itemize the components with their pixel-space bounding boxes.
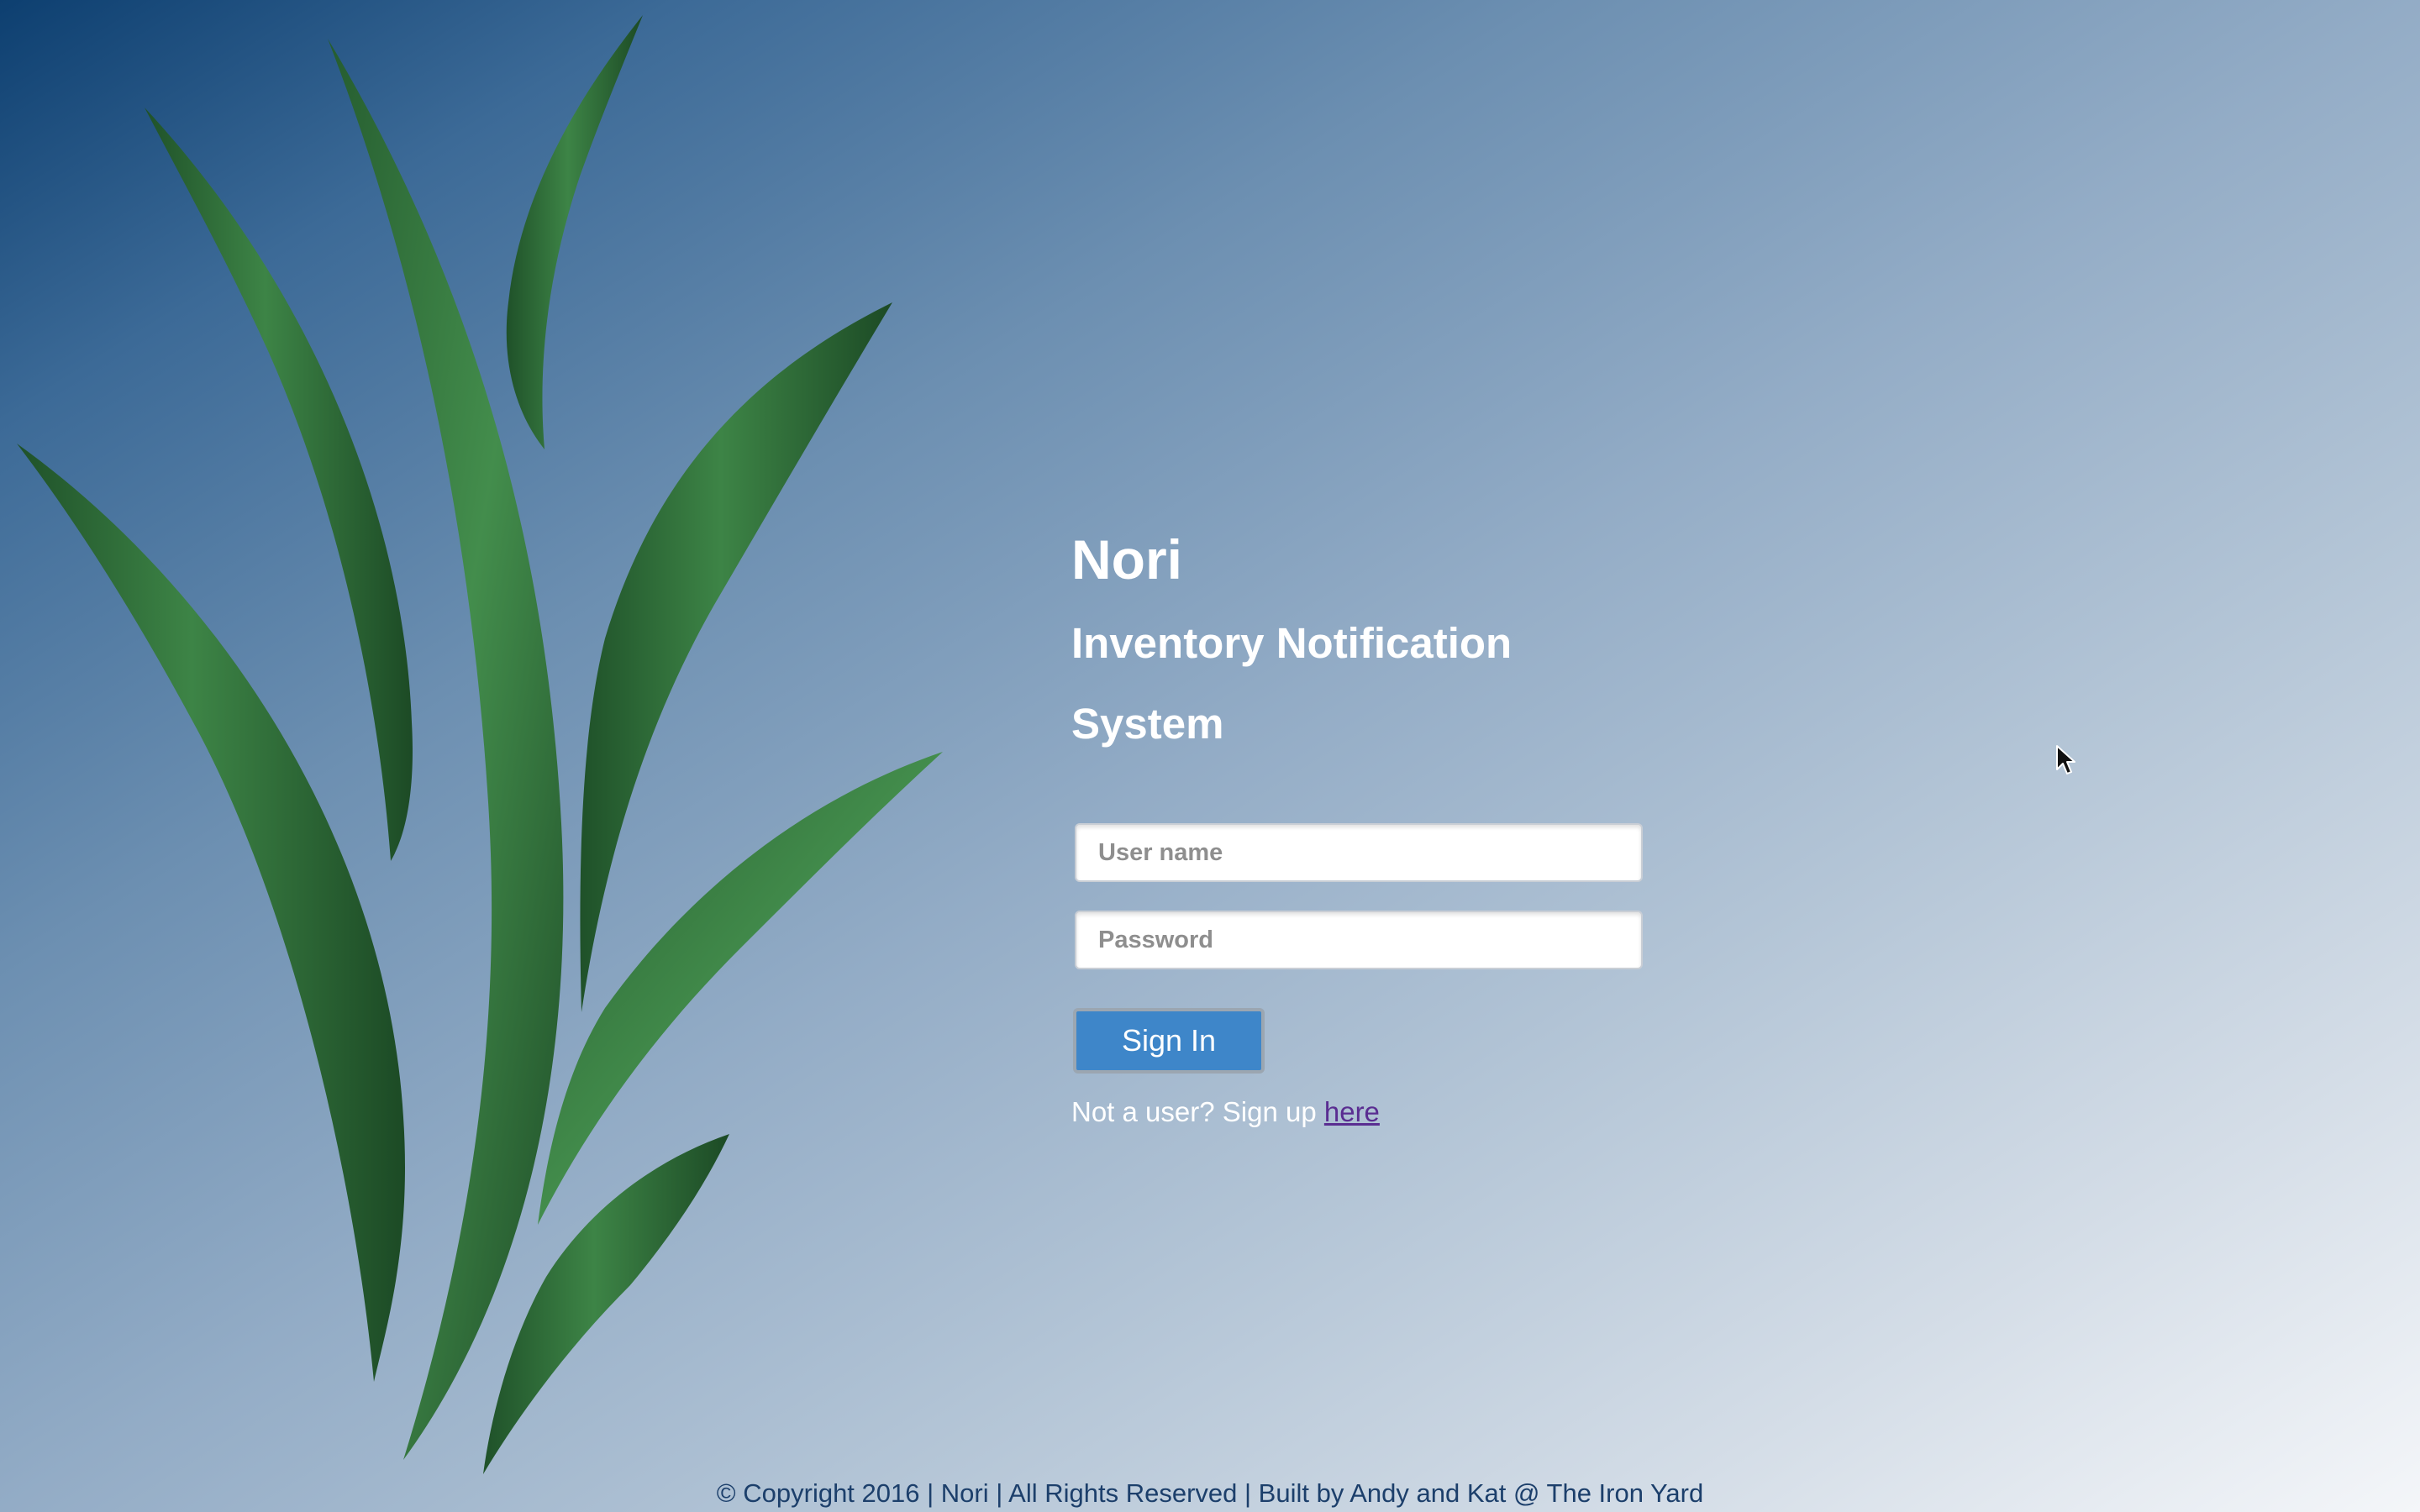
- leaves-illustration: [17, 15, 943, 1474]
- username-input[interactable]: [1075, 823, 1643, 882]
- signup-link[interactable]: here: [1324, 1096, 1380, 1127]
- mouse-pointer-icon: [2056, 745, 2075, 774]
- signup-prompt: Not a user? Sign up here: [1071, 1094, 1643, 1131]
- sign-in-button[interactable]: Sign In: [1073, 1008, 1265, 1074]
- leaf-4: [506, 15, 643, 449]
- footer-copyright: © Copyright 2016 | Nori | All Rights Res…: [716, 1478, 1704, 1508]
- password-input[interactable]: [1075, 911, 1643, 969]
- app-subtitle: Inventory Notification System: [1071, 619, 1512, 748]
- login-panel: Nori Inventory Notification System Sign …: [1071, 521, 1643, 1131]
- signup-prompt-text: Not a user? Sign up: [1071, 1096, 1324, 1127]
- app-title: Nori: [1071, 528, 1182, 591]
